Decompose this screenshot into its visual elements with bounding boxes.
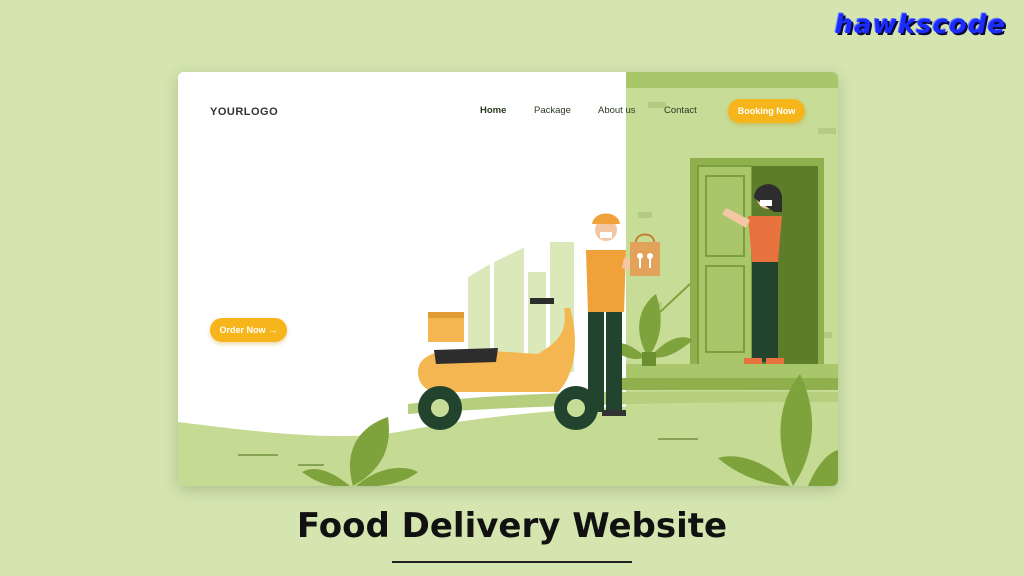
nav-contact[interactable]: Contact: [664, 105, 697, 116]
delivery-illustration: [178, 72, 838, 486]
booking-now-button[interactable]: Booking Now: [728, 99, 805, 123]
order-now-button[interactable]: Order Now →: [210, 318, 287, 342]
website-mockup: YOURLOGO Home Package About us Contact B…: [178, 72, 838, 486]
nav-package[interactable]: Package: [534, 105, 571, 116]
nav-about-us[interactable]: About us: [598, 105, 636, 116]
page-caption: Food Delivery Website: [296, 506, 728, 546]
caption-underline: [392, 561, 632, 563]
hawkscode-logo: hawkscode: [834, 10, 1006, 40]
arrow-right-icon: →: [268, 325, 278, 335]
site-logo[interactable]: YOURLOGO: [210, 106, 278, 118]
order-now-label: Order Now: [219, 325, 266, 335]
nav-home[interactable]: Home: [480, 105, 506, 116]
